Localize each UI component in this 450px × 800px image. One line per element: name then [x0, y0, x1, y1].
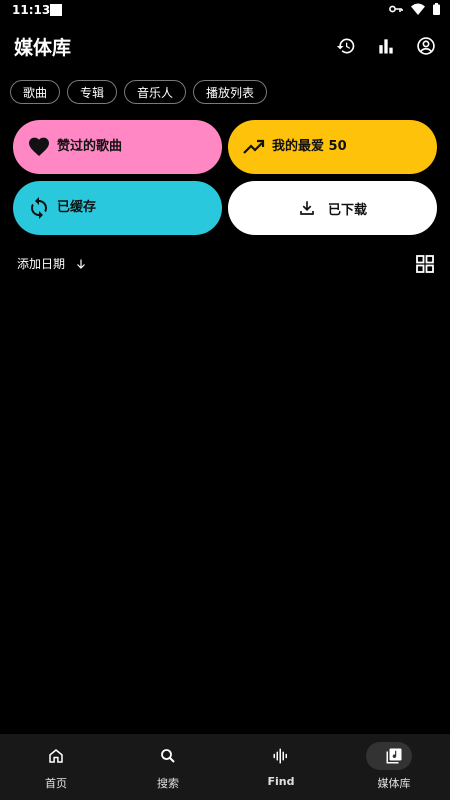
filter-chips: 歌曲 专辑 音乐人 播放列表	[10, 80, 268, 104]
nav-home-label: 首页	[45, 777, 67, 790]
sort-button[interactable]: 添加日期	[17, 255, 87, 272]
status-icons	[389, 3, 440, 15]
status-bar: 11:13	[0, 0, 450, 22]
heart-icon	[29, 137, 49, 156]
liked-songs-tile[interactable]: 赞过的歌曲	[13, 120, 222, 174]
grid-view-button[interactable]	[416, 255, 434, 273]
header: 媒体库	[0, 34, 450, 64]
page-title: 媒体库	[14, 37, 72, 59]
nav-library-label: 媒体库	[377, 777, 411, 790]
download-icon	[300, 201, 314, 215]
chip-playlists[interactable]: 播放列表	[193, 80, 268, 104]
home-icon	[44, 744, 68, 768]
wifi-icon	[411, 3, 425, 15]
downloaded-label: 已下载	[327, 202, 367, 218]
arrow-down-icon	[77, 259, 85, 269]
history-icon	[336, 38, 355, 54]
top-50-tile[interactable]: 我的最爱 50	[228, 120, 437, 174]
key-icon	[389, 5, 403, 13]
history-button[interactable]	[334, 34, 358, 58]
library-music-icon	[382, 744, 406, 768]
nav-find[interactable]: Find	[225, 734, 337, 800]
account-button[interactable]	[414, 34, 438, 58]
downloaded-tile[interactable]: 已下载	[228, 181, 437, 235]
chip-artists[interactable]: 音乐人	[124, 80, 187, 104]
sync-icon	[31, 197, 47, 219]
nav-home[interactable]: 首页	[0, 734, 112, 800]
waveform-icon	[269, 744, 293, 768]
notification-icon	[50, 4, 62, 16]
cached-label: 已缓存	[57, 200, 97, 215]
downloaded-content: 已下载	[298, 199, 367, 218]
status-time: 11:13	[12, 3, 51, 17]
battery-icon	[433, 3, 440, 15]
chip-songs[interactable]: 歌曲	[10, 80, 61, 104]
nav-search-label: 搜索	[157, 777, 179, 790]
cached-tile[interactable]: 已缓存	[13, 181, 222, 235]
liked-songs-label: 赞过的歌曲	[57, 139, 123, 154]
nav-find-label: Find	[267, 775, 295, 788]
trending-up-icon	[243, 139, 265, 154]
search-icon	[156, 744, 180, 768]
grid-view-icon	[416, 255, 434, 273]
nav-search[interactable]: 搜索	[112, 734, 224, 800]
sort-label: 添加日期	[17, 257, 66, 271]
bar-chart-icon	[379, 39, 393, 54]
account-circle-icon	[417, 37, 435, 55]
chip-albums[interactable]: 专辑	[67, 80, 118, 104]
top-50-label: 我的最爱 50	[272, 139, 347, 154]
stats-button[interactable]	[374, 34, 398, 58]
nav-library[interactable]: 媒体库	[338, 734, 450, 800]
bottom-nav: 首页 搜索 Find 媒体库	[0, 734, 450, 800]
header-actions	[334, 34, 438, 58]
